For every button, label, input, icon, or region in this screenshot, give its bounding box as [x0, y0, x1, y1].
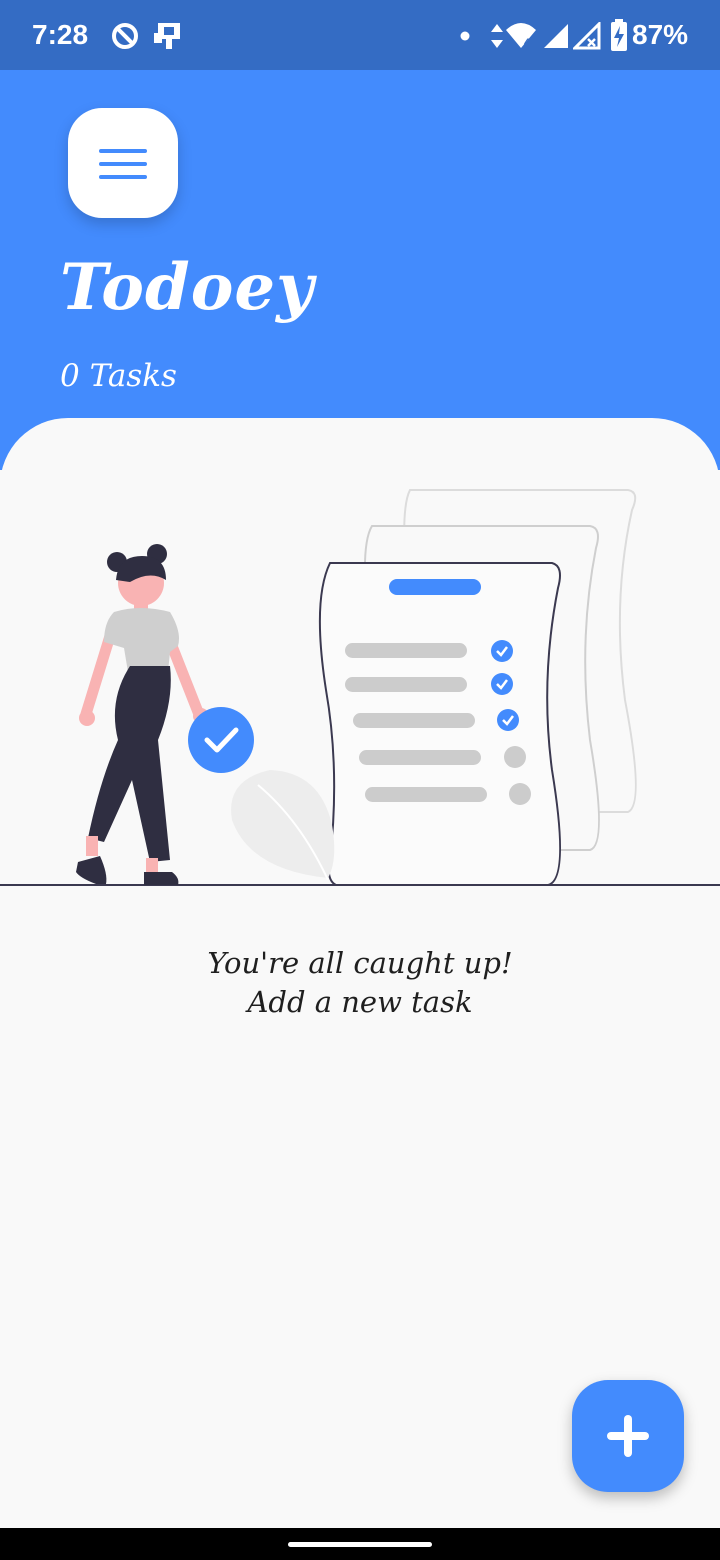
check-circle-icon	[497, 709, 519, 731]
paper-line	[359, 750, 481, 765]
data-arrows-icon	[491, 24, 503, 48]
paper-line	[353, 713, 475, 728]
plus-icon	[607, 1415, 649, 1457]
status-time: 7:28	[32, 19, 89, 50]
paper-header-bar	[389, 579, 481, 595]
woman-with-checklist-illustration	[0, 489, 720, 886]
battery-percent: 87%	[632, 19, 689, 50]
woman-figure	[76, 544, 209, 885]
empty-state-line1: You're all caught up!	[207, 946, 513, 980]
status-bar: 7:28 4 87%	[0, 0, 720, 70]
paper-line	[345, 643, 467, 658]
home-indicator[interactable]	[288, 1542, 432, 1547]
hamburger-menu-icon	[99, 149, 147, 179]
add-task-button[interactable]	[572, 1380, 684, 1492]
notification-icon	[154, 23, 180, 49]
battery-charging-icon	[611, 19, 627, 51]
empty-circle-icon	[509, 783, 531, 805]
cell-signal-icon	[544, 24, 568, 48]
task-count: 0 Tasks	[60, 358, 177, 394]
menu-button[interactable]	[68, 108, 178, 218]
wifi-icon: 4	[506, 23, 536, 49]
app-title: Todoey	[60, 250, 315, 325]
svg-text:4: 4	[524, 37, 531, 49]
paper-line	[365, 787, 487, 802]
cell-signal-x-icon	[573, 22, 601, 50]
check-circle-icon	[491, 640, 513, 662]
check-circle-icon	[491, 673, 513, 695]
empty-state-message: You're all caught up! Add a new task	[60, 944, 660, 1022]
empty-circle-icon	[504, 746, 526, 768]
empty-state-line2: Add a new task	[247, 985, 473, 1019]
paper-line	[345, 677, 467, 692]
do-not-disturb-icon	[112, 23, 138, 49]
navigation-bar	[0, 1528, 720, 1560]
dot-icon	[460, 31, 470, 41]
check-badge-icon	[188, 707, 254, 773]
